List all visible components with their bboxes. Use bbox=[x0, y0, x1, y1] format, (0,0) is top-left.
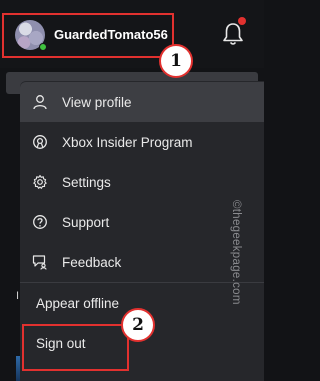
menu-item-label: Appear offline bbox=[36, 295, 120, 311]
gamertag: GuardedTomato56 bbox=[54, 27, 168, 42]
callout-1-number: 1 bbox=[170, 51, 182, 71]
online-status-dot bbox=[39, 43, 47, 51]
menu-item-view-profile[interactable]: View profile bbox=[20, 82, 264, 122]
menu-item-label: Feedback bbox=[62, 254, 122, 270]
notification-badge bbox=[238, 17, 246, 25]
menu-item-label: View profile bbox=[62, 94, 132, 110]
menu-item-feedback[interactable]: Feedback bbox=[20, 242, 264, 282]
sign-out-highlight-box bbox=[22, 324, 129, 371]
question-icon bbox=[32, 214, 48, 230]
menu-item-settings[interactable]: Settings bbox=[20, 162, 264, 202]
gear-icon bbox=[32, 174, 48, 190]
callout-2-number: 2 bbox=[132, 315, 144, 335]
feedback-icon bbox=[32, 254, 48, 270]
insider-icon bbox=[32, 134, 48, 150]
watermark-text: ©thegeekpage.com bbox=[230, 200, 242, 305]
profile-button[interactable]: GuardedTomato56 bbox=[2, 13, 174, 58]
callout-2: 2 bbox=[121, 308, 155, 342]
sidebar-partial-label: I bbox=[16, 290, 20, 302]
person-icon bbox=[32, 94, 48, 110]
callout-1: 1 bbox=[159, 44, 193, 78]
menu-item-xbox-insider[interactable]: Xbox Insider Program bbox=[20, 122, 264, 162]
menu-item-label: Xbox Insider Program bbox=[62, 134, 193, 150]
menu-item-label: Settings bbox=[62, 174, 111, 190]
watermark: ©thegeekpage.com bbox=[80, 200, 242, 305]
